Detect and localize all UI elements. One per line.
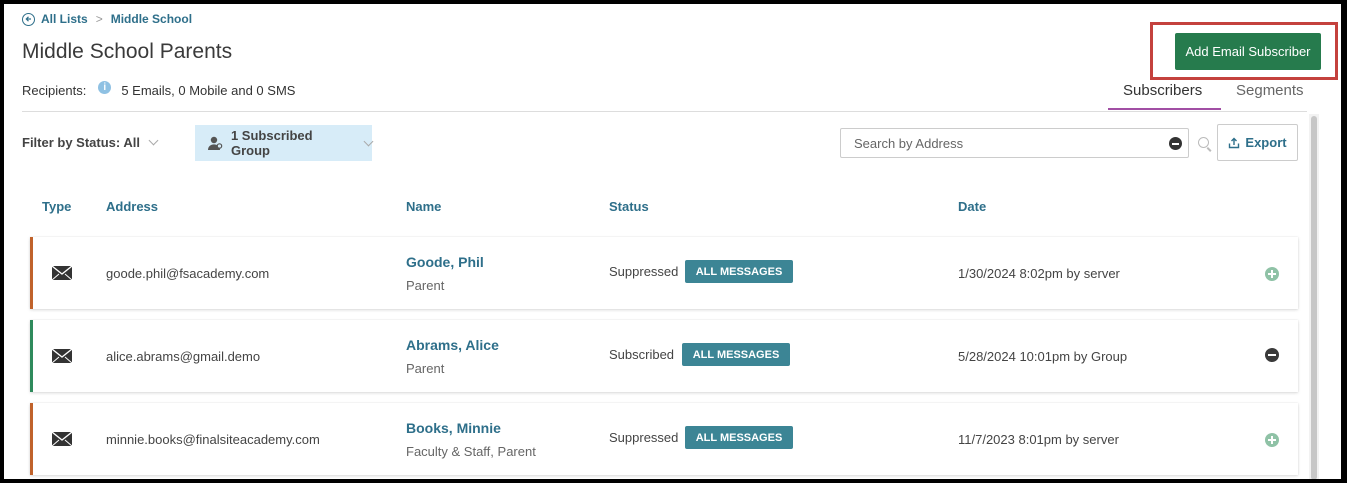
status-badge: ALL MESSAGES xyxy=(685,426,793,449)
search-icon[interactable] xyxy=(1198,137,1209,148)
active-tab-indicator xyxy=(1108,108,1221,110)
email-icon xyxy=(52,349,72,363)
filter-by-status-dropdown[interactable]: Filter by Status: All xyxy=(22,135,159,150)
row-name-link[interactable]: Abrams, Alice xyxy=(406,337,499,353)
remove-icon[interactable] xyxy=(1265,348,1279,362)
row-status: Suppressed xyxy=(609,264,679,279)
row-role: Faculty & Staff, Parent xyxy=(406,444,536,459)
row-status: Subscribed xyxy=(609,347,675,362)
row-status: Suppressed xyxy=(609,430,679,445)
add-icon[interactable] xyxy=(1265,267,1279,281)
page-title: Middle School Parents xyxy=(22,40,233,63)
column-header-type[interactable]: Type xyxy=(42,199,71,214)
breadcrumb-all-lists-link[interactable]: All Lists xyxy=(41,12,88,26)
row-address: minnie.books@finalsiteacademy.com xyxy=(106,432,320,447)
row-status-bar xyxy=(30,403,33,475)
row-name-link[interactable]: Books, Minnie xyxy=(406,420,501,436)
table-row[interactable]: alice.abrams@gmail.demo Abrams, Alice Pa… xyxy=(30,320,1298,392)
column-header-date[interactable]: Date xyxy=(958,199,986,214)
email-icon xyxy=(52,432,72,446)
column-header-name[interactable]: Name xyxy=(406,199,441,214)
row-address: alice.abrams@gmail.demo xyxy=(106,349,261,364)
recipients-label: Recipients: xyxy=(22,83,87,98)
row-date: 1/30/2024 8:02pm by server xyxy=(958,266,1120,281)
row-date: 11/7/2023 8:01pm by server xyxy=(958,432,1119,447)
person-group-icon xyxy=(207,136,223,150)
export-button[interactable]: Export xyxy=(1217,124,1298,161)
status-badge: ALL MESSAGES xyxy=(685,260,793,283)
add-email-subscriber-button[interactable]: Add Email Subscriber xyxy=(1175,33,1321,70)
chevron-down-icon xyxy=(363,136,374,146)
export-label: Export xyxy=(1245,135,1287,150)
row-name-link[interactable]: Goode, Phil xyxy=(406,254,484,270)
recipients-value: 5 Emails, 0 Mobile and 0 SMS xyxy=(121,83,296,98)
group-label: 1 Subscribed Group xyxy=(230,128,313,158)
info-icon[interactable]: i xyxy=(98,81,112,94)
breadcrumb: All Lists > Middle School xyxy=(22,12,192,26)
breadcrumb-separator: > xyxy=(95,12,103,26)
column-header-address[interactable]: Address xyxy=(106,199,158,214)
table-row[interactable]: goode.phil@fsacademy.com Goode, Phil Par… xyxy=(30,237,1298,309)
row-address: goode.phil@fsacademy.com xyxy=(106,266,270,281)
chevron-down-icon xyxy=(148,135,159,146)
tab-subscribers[interactable]: Subscribers xyxy=(1123,82,1202,99)
tab-segments[interactable]: Segments xyxy=(1236,82,1304,99)
search-input[interactable] xyxy=(852,129,1156,157)
status-badge: ALL MESSAGES xyxy=(682,343,790,366)
row-status-bar xyxy=(30,237,33,309)
header-divider xyxy=(22,111,1307,112)
scrollbar-thumb[interactable] xyxy=(1311,116,1317,479)
filter-status-label: Filter by Status: All xyxy=(22,135,140,150)
row-role: Parent xyxy=(406,361,445,376)
export-icon xyxy=(1229,137,1240,148)
column-header-status[interactable]: Status xyxy=(609,199,649,214)
back-arrow-icon[interactable] xyxy=(22,12,35,26)
row-date: 5/28/2024 10:01pm by Group xyxy=(958,349,1128,364)
add-icon[interactable] xyxy=(1265,433,1279,447)
clear-search-icon[interactable] xyxy=(1169,137,1182,150)
search-box xyxy=(840,128,1189,158)
table-row[interactable]: minnie.books@finalsiteacademy.com Books,… xyxy=(30,403,1298,475)
breadcrumb-current-link[interactable]: Middle School xyxy=(111,12,192,26)
row-role: Parent xyxy=(406,278,445,293)
row-status-bar xyxy=(30,320,33,392)
email-icon xyxy=(52,266,72,280)
recipients-summary: Recipients: i 5 Emails, 0 Mobile and 0 S… xyxy=(22,81,296,98)
app-frame: All Lists > Middle School Middle School … xyxy=(4,4,1341,479)
subscribed-group-dropdown[interactable]: 1 Subscribed Group xyxy=(195,125,374,161)
